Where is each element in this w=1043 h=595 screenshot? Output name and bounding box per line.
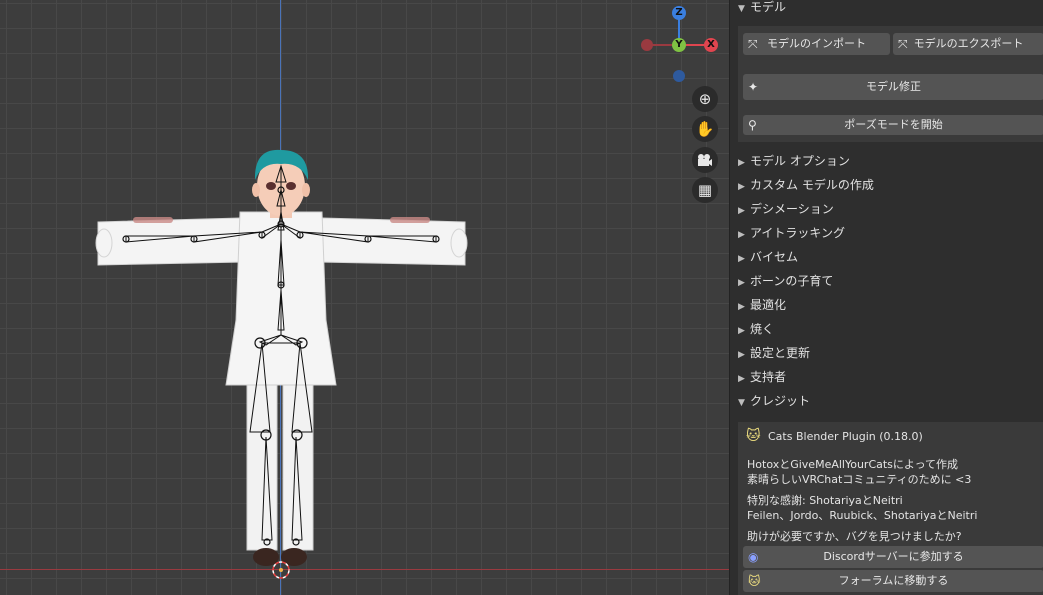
- export-model-button[interactable]: ⤧ モデルのエクスポート: [893, 33, 1043, 55]
- collapsed-triangle-icon: ▶: [738, 230, 745, 240]
- thanks-line: Feilen、Jordo、Ruubick、ShotariyaとNeitri: [747, 509, 978, 522]
- section-label: モデル: [750, 0, 787, 14]
- section-model-options[interactable]: ▶ モデル オプション: [730, 150, 1043, 172]
- zoom-icon[interactable]: ⊕: [692, 86, 718, 112]
- collapsed-triangle-icon: ▶: [738, 182, 745, 192]
- cat-icon: 🐱: [746, 428, 761, 444]
- neg-x-axis-icon[interactable]: [641, 39, 653, 51]
- camera-icon[interactable]: [692, 147, 718, 173]
- section-supporters[interactable]: ▶ 支持者: [730, 366, 1043, 388]
- section-label: 焼く: [750, 322, 775, 336]
- forum-button[interactable]: 🐱 フォーラムに移動する: [743, 570, 1043, 592]
- section-label: バイセム: [750, 250, 799, 264]
- discord-button[interactable]: ◉ Discordサーバーに参加する: [743, 546, 1043, 568]
- collapsed-triangle-icon: ▶: [738, 350, 745, 360]
- collapsed-triangle-icon: ▶: [738, 326, 745, 336]
- section-credits[interactable]: ▼ クレジット: [730, 390, 1043, 412]
- hand-icon[interactable]: ✋: [692, 116, 718, 142]
- section-decimation[interactable]: ▶ デシメーション: [730, 198, 1043, 220]
- section-settings-updates[interactable]: ▶ 設定と更新: [730, 342, 1043, 364]
- section-optimization[interactable]: ▶ 最適化: [730, 294, 1043, 316]
- character-model[interactable]: [0, 0, 729, 595]
- button-label: フォーラムに移動する: [838, 574, 949, 587]
- section-label: クレジット: [750, 394, 811, 408]
- fix-model-button[interactable]: ✦ モデル修正: [743, 74, 1043, 100]
- grid-icon[interactable]: ▦: [692, 177, 718, 203]
- y-axis-icon[interactable]: Y: [672, 38, 686, 52]
- button-label: Discordサーバーに参加する: [823, 550, 964, 563]
- collapsed-triangle-icon: ▶: [738, 206, 745, 216]
- button-label: モデルのインポート: [767, 37, 866, 50]
- 3d-viewport[interactable]: Z Y X ⊕ ✋ ▦: [0, 0, 729, 595]
- button-label: モデルのエクスポート: [913, 37, 1024, 50]
- plugin-title: Cats Blender Plugin (0.18.0): [768, 430, 923, 443]
- collapsed-triangle-icon: ▶: [738, 254, 745, 264]
- section-label: アイトラッキング: [750, 226, 846, 240]
- expand-triangle-icon: ▼: [738, 398, 745, 408]
- section-eye-tracking[interactable]: ▶ アイトラッキング: [730, 222, 1043, 244]
- button-label: モデル修正: [866, 80, 921, 93]
- model-section-header[interactable]: ▼ モデル: [730, 0, 1043, 18]
- section-label: 設定と更新: [750, 346, 811, 360]
- x-axis-icon[interactable]: X: [704, 38, 718, 52]
- section-label: ボーンの子育て: [750, 274, 834, 288]
- credit-line: 素晴らしいVRChatコミュニティのために <3: [747, 473, 972, 486]
- sidebar-panel: ▼ モデル ⤧ モデルのインポート ⤧ モデルのエクスポート ✦ モデル修正 ⚲ ポーズモ…: [729, 0, 1043, 595]
- collapsed-triangle-icon: ▶: [738, 302, 745, 312]
- neg-z-axis-icon[interactable]: [673, 70, 685, 82]
- import-model-button[interactable]: ⤧ モデルのインポート: [743, 33, 890, 55]
- discord-icon: ◉: [748, 550, 759, 564]
- credits-panel: 🐱 Cats Blender Plugin (0.18.0) HotoxとGiv…: [738, 422, 1043, 595]
- z-axis-icon[interactable]: Z: [672, 6, 686, 20]
- section-custom-model[interactable]: ▶ カスタム モデルの作成: [730, 174, 1043, 196]
- button-label: ポーズモードを開始: [844, 118, 943, 131]
- thanks-line: 特別な感謝: ShotariyaとNeitri: [747, 494, 903, 507]
- collapsed-triangle-icon: ▶: [738, 278, 745, 288]
- section-bone-parenting[interactable]: ▶ ボーンの子育て: [730, 270, 1043, 292]
- section-label: 最適化: [750, 298, 787, 312]
- start-pose-mode-button[interactable]: ⚲ ポーズモードを開始: [743, 115, 1043, 135]
- help-question: 助けが必要ですか、バグを見つけましたか?: [747, 530, 962, 543]
- section-label: デシメーション: [750, 202, 834, 216]
- model-panel: ⤧ モデルのインポート ⤧ モデルのエクスポート ✦ モデル修正 ⚲ ポーズモードを開始: [738, 26, 1043, 142]
- pose-icon: ⚲: [748, 118, 757, 132]
- section-label: 支持者: [750, 370, 787, 384]
- collapsed-triangle-icon: ▶: [738, 374, 745, 384]
- magic-wand-icon: ✦: [748, 80, 759, 94]
- expand-triangle-icon: ▼: [738, 4, 745, 14]
- cat-icon: 🐱: [748, 574, 761, 588]
- credit-line: HotoxとGiveMeAllYourCatsによって作成: [747, 458, 959, 471]
- section-label: カスタム モデルの作成: [750, 178, 874, 192]
- section-visemes[interactable]: ▶ バイセム: [730, 246, 1043, 268]
- collapsed-triangle-icon: ▶: [738, 158, 745, 168]
- export-icon: ⤧: [898, 37, 908, 51]
- import-icon: ⤧: [748, 37, 758, 51]
- section-label: モデル オプション: [750, 154, 850, 168]
- section-bake[interactable]: ▶ 焼く: [730, 318, 1043, 340]
